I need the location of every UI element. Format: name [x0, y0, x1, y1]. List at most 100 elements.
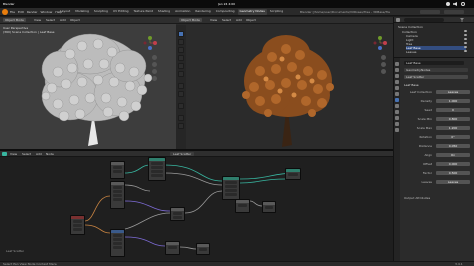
power-icon[interactable]	[461, 2, 465, 6]
node-combine-xyz[interactable]	[196, 243, 210, 255]
node-group-input[interactable]	[110, 161, 125, 179]
outliner-icon[interactable]	[396, 18, 400, 22]
volume-icon[interactable]	[453, 2, 457, 6]
visibility-eye-icon[interactable]	[464, 38, 467, 40]
node-realize-instances[interactable]	[235, 199, 250, 213]
scene-tab-icon[interactable]	[395, 80, 399, 84]
cursor-tool-icon[interactable]	[178, 39, 184, 45]
view-layer-selector[interactable]	[444, 10, 464, 14]
menu-edit[interactable]: Edit	[18, 10, 24, 14]
tab-rendering[interactable]: Rendering	[193, 9, 212, 15]
tab-modeling[interactable]: Modeling	[73, 9, 91, 15]
zoom-icon[interactable]	[152, 55, 157, 60]
menu-window[interactable]: Window	[41, 10, 53, 14]
world-tab-icon[interactable]	[395, 86, 399, 90]
visibility-eye-icon[interactable]	[464, 46, 467, 48]
tab-compositing[interactable]: Compositing	[214, 9, 237, 15]
transform-tool-icon[interactable]	[178, 71, 184, 77]
add-modifier-button[interactable]: GeometryNodes	[404, 68, 468, 72]
material-tab-icon[interactable]	[395, 128, 399, 132]
node-collection-info[interactable]	[110, 229, 125, 257]
constraints-tab-icon[interactable]	[395, 116, 399, 120]
navigation-gizmo[interactable]	[372, 35, 388, 51]
outliner-item[interactable]: Leaves	[406, 50, 417, 54]
node-group-output[interactable]	[285, 168, 301, 180]
field-value-input[interactable]: 0	[436, 108, 470, 112]
output-tab-icon[interactable]	[395, 74, 399, 78]
field-value-input[interactable]: 0.050	[436, 144, 470, 148]
light-tool-icon[interactable]	[178, 123, 184, 129]
camera-tool-icon[interactable]	[178, 115, 184, 121]
node-instance-on-points[interactable]	[222, 176, 240, 200]
physics-tab-icon[interactable]	[395, 110, 399, 114]
blender-logo-icon[interactable]	[2, 9, 8, 15]
properties-panel[interactable]: Leaf Base GeometryNodes Leaf Scatter Lea…	[393, 57, 474, 262]
camera-view-icon[interactable]	[152, 69, 157, 74]
field-value-input[interactable]: 1.200	[436, 126, 470, 130]
object-tab-icon[interactable]	[395, 92, 399, 96]
navigation-gizmo[interactable]	[142, 35, 158, 51]
node-set-material[interactable]	[262, 201, 276, 213]
zoom-icon[interactable]	[381, 55, 386, 60]
data-tab-icon[interactable]	[395, 122, 399, 126]
menu-object[interactable]: Object	[246, 18, 256, 22]
geometry-node-editor[interactable]: View Select Add Node Leaf Scatter Leaf S…	[0, 149, 393, 261]
camera-view-icon[interactable]	[381, 69, 386, 74]
outliner-scene-collection[interactable]: Scene Collection	[398, 25, 423, 29]
field-value-input[interactable]: 0.500	[436, 171, 470, 175]
visibility-eye-icon[interactable]	[464, 30, 467, 32]
menu-render[interactable]: Render	[27, 10, 38, 14]
tab-uv-editing[interactable]: UV Editing	[111, 9, 131, 15]
select-box-tool-icon[interactable]	[178, 31, 184, 37]
add-cube-tool-icon[interactable]	[178, 103, 184, 109]
visibility-eye-icon[interactable]	[464, 50, 467, 52]
node-random-value[interactable]	[110, 181, 125, 209]
node-distribute-points[interactable]	[148, 157, 166, 181]
rotate-tool-icon[interactable]	[178, 55, 184, 61]
menu-select[interactable]: Select	[46, 18, 55, 22]
scene-selector[interactable]	[420, 10, 440, 14]
modifier-tab-icon[interactable]	[395, 98, 399, 102]
tool-tab-icon[interactable]	[395, 62, 399, 66]
measure-tool-icon[interactable]	[178, 91, 184, 97]
menu-view[interactable]: View	[34, 18, 41, 22]
move-tool-icon[interactable]	[178, 47, 184, 53]
scale-tool-icon[interactable]	[178, 63, 184, 69]
tab-shading[interactable]: Shading	[156, 9, 172, 15]
field-value-input[interactable]: 0.800	[436, 117, 470, 121]
field-value-input[interactable]: 0.000	[436, 162, 470, 166]
object-name-field[interactable]: Leaf Base	[404, 61, 464, 65]
mode-selector[interactable]: Object Mode	[3, 18, 26, 22]
tab-sculpting[interactable]: Sculpting	[92, 9, 110, 15]
menu-add[interactable]: Add	[60, 18, 66, 22]
tab-animation[interactable]: Animation	[173, 9, 192, 15]
viewport-rendered[interactable]: Object Mode View Select Add Object	[176, 17, 393, 149]
tab-geometry-nodes[interactable]: Geometry Nodes	[237, 9, 267, 15]
render-tab-icon[interactable]	[395, 68, 399, 72]
tab-scripting[interactable]: Scripting	[268, 9, 285, 15]
mode-selector[interactable]: Object Mode	[179, 18, 202, 22]
ortho-toggle-icon[interactable]	[152, 76, 157, 81]
menu-file[interactable]: File	[10, 10, 15, 14]
activities-label[interactable]: Blender	[3, 2, 15, 6]
particles-tab-icon[interactable]	[395, 104, 399, 108]
menu-view[interactable]: View	[210, 18, 217, 22]
tab-texture-paint[interactable]: Texture Paint	[132, 9, 155, 15]
tab-layout[interactable]: Layout	[58, 9, 72, 15]
network-icon[interactable]	[446, 2, 450, 6]
field-value-input[interactable]: On	[436, 153, 470, 157]
node-vector-math[interactable]	[165, 241, 180, 255]
node-math[interactable]	[170, 207, 185, 221]
node-group-field[interactable]: Leaf Scatter	[404, 75, 468, 79]
field-value-input[interactable]: Leaves	[436, 90, 470, 94]
pan-icon[interactable]	[381, 62, 386, 67]
field-value-input[interactable]: 1.000	[436, 99, 470, 103]
node-object-info[interactable]	[70, 215, 85, 235]
annotate-tool-icon[interactable]	[178, 83, 184, 89]
visibility-eye-icon[interactable]	[464, 42, 467, 44]
menu-select[interactable]: Select	[222, 18, 231, 22]
outliner-panel[interactable]: Scene Collection Collection Camera Light…	[393, 17, 474, 57]
menu-add[interactable]: Add	[236, 18, 242, 22]
field-value-input[interactable]: 0°	[436, 135, 470, 139]
viewport-solid[interactable]: Object Mode View Select Add Object User …	[0, 17, 176, 149]
